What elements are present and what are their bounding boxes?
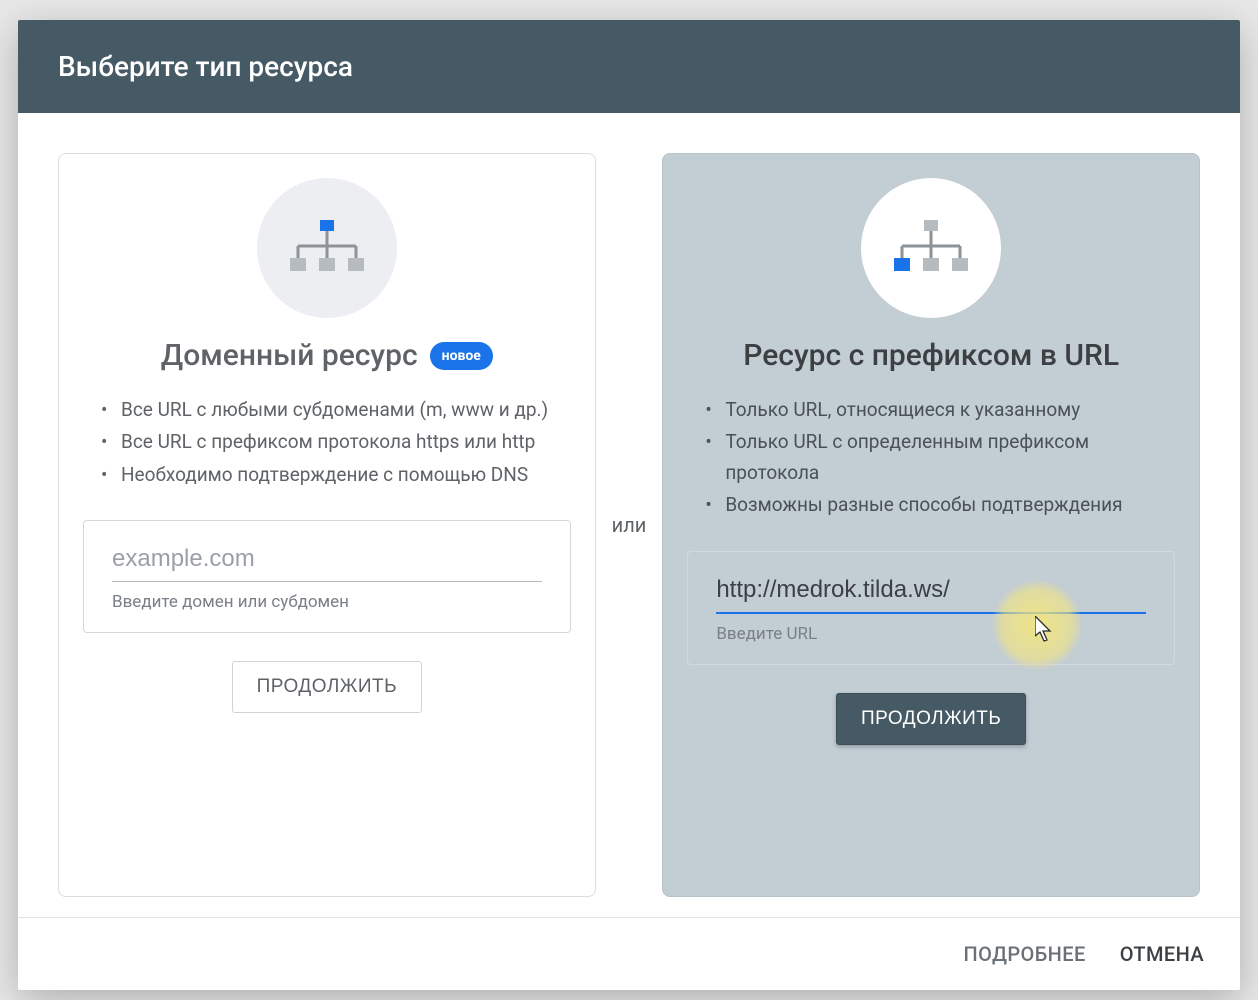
url-bullet: Возможны разные способы подтверждения bbox=[695, 490, 1167, 520]
dialog-title: Выберите тип ресурса bbox=[18, 20, 1240, 113]
domain-card-title: Доменный ресурс bbox=[161, 338, 418, 373]
dialog-body: Доменный ресурс новое Все URL с любыми с… bbox=[18, 113, 1240, 917]
sitemap-domain-icon bbox=[290, 220, 364, 276]
domain-bullet: Необходимо подтверждение с помощью DNS bbox=[91, 460, 563, 490]
url-card-title: Ресурс с префиксом в URL bbox=[743, 338, 1119, 373]
url-bullet: Только URL, относящиеся к указанному bbox=[695, 395, 1167, 425]
property-type-dialog: Выберите тип ресурса Доменный ресурс bbox=[18, 20, 1240, 990]
learn-more-link[interactable]: ПОДРОБНЕЕ bbox=[964, 942, 1086, 966]
url-input-box: Введите URL bbox=[687, 551, 1175, 665]
domain-icon-circle bbox=[257, 178, 397, 318]
domain-property-card[interactable]: Доменный ресурс новое Все URL с любыми с… bbox=[58, 153, 596, 897]
dialog-footer: ПОДРОБНЕЕ ОТМЕНА bbox=[18, 917, 1240, 990]
url-bullet-list: Только URL, относящиеся к указанному Тол… bbox=[687, 395, 1175, 523]
url-title-row: Ресурс с префиксом в URL bbox=[743, 338, 1119, 373]
url-icon-circle bbox=[861, 178, 1001, 318]
new-badge: новое bbox=[430, 342, 493, 370]
or-separator: или bbox=[606, 513, 653, 537]
domain-bullet-list: Все URL с любыми субдоменами (m, www и д… bbox=[83, 395, 571, 492]
domain-input-helper: Введите домен или субдомен bbox=[112, 592, 542, 612]
url-bullet: Только URL с определенным префиксом прот… bbox=[695, 427, 1167, 488]
domain-bullet: Все URL с префиксом протокола https или … bbox=[91, 427, 563, 457]
url-prefix-property-card[interactable]: Ресурс с префиксом в URL Только URL, отн… bbox=[662, 153, 1200, 897]
domain-title-row: Доменный ресурс новое bbox=[161, 338, 493, 373]
cancel-button[interactable]: ОТМЕНА bbox=[1120, 942, 1204, 966]
sitemap-url-icon bbox=[894, 220, 968, 276]
domain-input[interactable] bbox=[112, 537, 542, 582]
domain-continue-button[interactable]: ПРОДОЛЖИТЬ bbox=[232, 661, 422, 713]
domain-bullet: Все URL с любыми субдоменами (m, www и д… bbox=[91, 395, 563, 425]
url-input[interactable] bbox=[716, 568, 1146, 614]
url-continue-button[interactable]: ПРОДОЛЖИТЬ bbox=[836, 693, 1026, 745]
url-input-helper: Введите URL bbox=[716, 624, 1146, 644]
domain-input-box: Введите домен или субдомен bbox=[83, 520, 571, 633]
